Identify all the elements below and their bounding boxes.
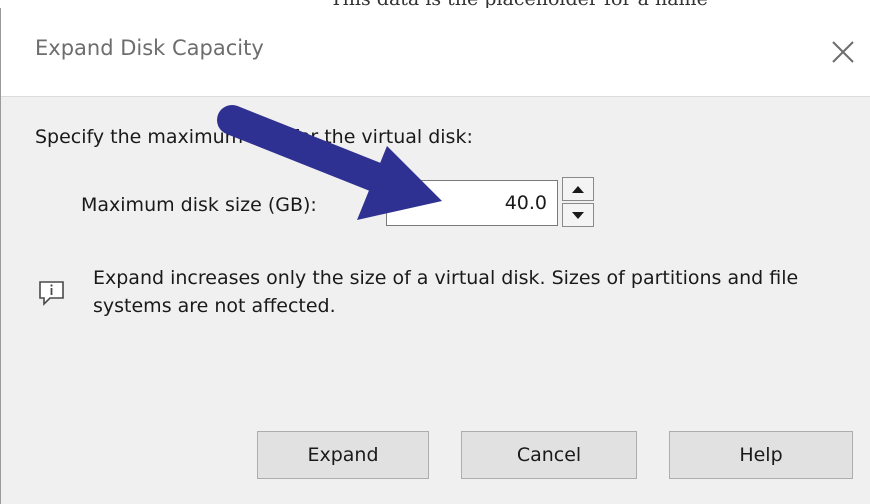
max-disk-size-input[interactable] <box>386 180 558 226</box>
expand-disk-dialog: Expand Disk Capacity Specify the maximum… <box>0 8 870 504</box>
dialog-titlebar: Expand Disk Capacity <box>1 8 870 97</box>
max-disk-size-label: Maximum disk size (GB): <box>81 194 317 216</box>
cancel-button[interactable]: Cancel <box>461 431 637 479</box>
close-icon <box>832 41 854 63</box>
disk-size-spinner <box>562 177 594 227</box>
help-button[interactable]: Help <box>669 431 853 479</box>
close-button[interactable] <box>821 32 861 72</box>
info-comment-icon <box>37 278 67 308</box>
size-prompt-text: Specify the maximum size for the virtual… <box>35 126 473 148</box>
expand-button[interactable]: Expand <box>257 431 429 479</box>
spin-down-button[interactable] <box>562 203 594 227</box>
spin-up-arrow-icon <box>572 186 584 193</box>
screenshot-stage: This data is the placeholder for a name … <box>0 0 870 504</box>
spin-down-arrow-icon <box>572 212 584 219</box>
expand-info-message: Expand increases only the size of a virt… <box>93 267 799 317</box>
dialog-title: Expand Disk Capacity <box>35 36 264 60</box>
spin-up-button[interactable] <box>562 177 594 201</box>
